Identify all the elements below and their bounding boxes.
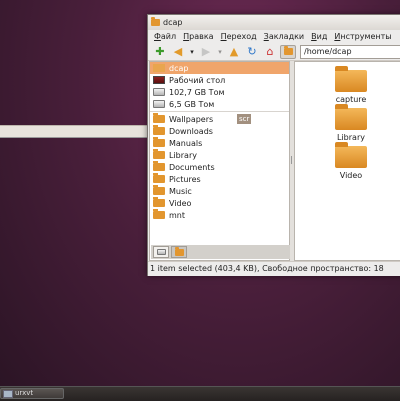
terminal-icon bbox=[3, 389, 13, 398]
sidebar-item-dcap[interactable]: dcap bbox=[150, 62, 289, 74]
sidebar-item-label: mnt bbox=[169, 210, 185, 220]
file-label: Video bbox=[339, 171, 363, 180]
folder-icon bbox=[153, 149, 165, 159]
sidebar-item-label: Downloads bbox=[169, 126, 213, 136]
sidebar-item-documents[interactable]: Documents bbox=[150, 161, 289, 173]
sidebar-item-library[interactable]: Library bbox=[150, 149, 289, 161]
path-toggle-button[interactable] bbox=[280, 44, 296, 59]
tab-places[interactable] bbox=[153, 246, 169, 258]
forward-history-button[interactable]: ▾ bbox=[216, 45, 224, 59]
folder-icon bbox=[153, 209, 165, 219]
sidebar-item-label: 102,7 GB Том bbox=[169, 87, 225, 97]
sidebar-item-desktop[interactable]: Рабочий стол bbox=[150, 74, 289, 86]
file-label: Library bbox=[337, 133, 365, 142]
sidebar-item-wallpapers[interactable]: Wallpapers bbox=[150, 113, 289, 125]
folder-icon bbox=[283, 46, 293, 55]
folder-icon bbox=[153, 137, 165, 147]
sidebar-item-pictures[interactable]: Pictures bbox=[150, 173, 289, 185]
file-label: capture bbox=[335, 95, 367, 104]
taskbar-label: urxvt bbox=[15, 389, 34, 397]
taskbar-button-urxvt[interactable]: urxvt bbox=[0, 388, 64, 399]
file-item-video[interactable]: Video bbox=[323, 142, 379, 180]
file-icon-view[interactable]: capture Library Video bbox=[294, 61, 400, 261]
sidebar-item-label: Video bbox=[169, 198, 192, 208]
sidebar-item-label: Pictures bbox=[169, 174, 201, 184]
file-manager-window[interactable]: dcap Файл Правка Переход Закладки Вид Ин… bbox=[147, 14, 400, 276]
menu-file[interactable]: Файл bbox=[154, 32, 176, 41]
sidebar-item-music[interactable]: Music bbox=[150, 185, 289, 197]
menu-tools[interactable]: Инструменты bbox=[334, 32, 391, 41]
sidebar-item-video[interactable]: Video bbox=[150, 197, 289, 209]
folder-icon bbox=[174, 246, 184, 256]
sidebar-item-label: Library bbox=[169, 150, 197, 160]
sidebar-item-downloads[interactable]: Downloads bbox=[150, 125, 289, 137]
home-button[interactable]: ⌂ bbox=[262, 45, 278, 59]
drive-icon bbox=[156, 249, 166, 255]
menu-view[interactable]: Вид bbox=[311, 32, 327, 41]
desktop-icon bbox=[153, 76, 165, 84]
sidebar-item-label: dcap bbox=[169, 63, 189, 73]
menu-bookmarks[interactable]: Закладки bbox=[264, 32, 304, 41]
forward-button[interactable]: ▶ bbox=[198, 45, 214, 59]
menu-go[interactable]: Переход bbox=[221, 32, 257, 41]
folder-icon bbox=[153, 113, 165, 123]
sidebar-item-label: Music bbox=[169, 186, 192, 196]
path-field[interactable]: /home/dcap bbox=[300, 44, 400, 59]
up-arrow-icon: ▲ bbox=[229, 44, 239, 58]
back-history-button[interactable]: ▾ bbox=[188, 45, 196, 59]
folder-icon bbox=[335, 142, 367, 168]
home-folder-icon bbox=[153, 64, 165, 72]
bottom-panel: urxvt bbox=[0, 386, 400, 401]
status-bar: 1 item selected (403,4 KB), Свободное пр… bbox=[148, 261, 400, 276]
window-title: dcap bbox=[163, 18, 183, 27]
sidebar-item-label: 6,5 GB Том bbox=[169, 99, 215, 109]
sidebar-item-manuals[interactable]: Manuals bbox=[150, 137, 289, 149]
sidebar-separator bbox=[150, 111, 289, 112]
tab-tree[interactable] bbox=[171, 246, 187, 258]
back-arrow-icon: ◀ bbox=[173, 44, 183, 58]
sidebar-item-volume-2[interactable]: 6,5 GB Том bbox=[150, 98, 289, 110]
folder-icon bbox=[335, 66, 367, 92]
back-button[interactable]: ◀ bbox=[170, 45, 186, 59]
selected-file-label[interactable]: scr bbox=[237, 114, 252, 124]
sidebar-item-volume-1[interactable]: 102,7 GB Том bbox=[150, 86, 289, 98]
up-button[interactable]: ▲ bbox=[226, 45, 242, 59]
drive-icon bbox=[153, 100, 165, 108]
file-item-capture[interactable]: capture bbox=[323, 66, 379, 104]
new-tab-button[interactable]: ✚ bbox=[152, 45, 168, 59]
menu-bar: Файл Правка Переход Закладки Вид Инструм… bbox=[148, 30, 400, 43]
sidebar-item-label: Manuals bbox=[169, 138, 203, 148]
home-icon: ⌂ bbox=[266, 44, 274, 58]
sidebar-item-label: Documents bbox=[169, 162, 215, 172]
folder-icon bbox=[153, 185, 165, 195]
toolbar: ✚ ◀ ▾ ▶ ▾ ▲ ↻ ⌂ /home/dcap bbox=[148, 43, 400, 61]
background-window-strip bbox=[0, 125, 148, 138]
folder-icon bbox=[335, 104, 367, 130]
reload-icon: ↻ bbox=[247, 44, 257, 58]
menu-edit[interactable]: Правка bbox=[183, 32, 213, 41]
chevron-down-icon: ▾ bbox=[190, 47, 194, 56]
reload-button[interactable]: ↻ bbox=[244, 45, 260, 59]
forward-arrow-icon: ▶ bbox=[201, 44, 211, 58]
folder-icon bbox=[153, 197, 165, 207]
sidebar-tabs bbox=[151, 245, 291, 259]
content-area: dcap Рабочий стол 102,7 GB Том 6,5 GB То… bbox=[148, 61, 400, 261]
folder-icon bbox=[153, 173, 165, 183]
plus-icon: ✚ bbox=[155, 44, 165, 58]
sidebar-item-label: Wallpapers bbox=[169, 114, 214, 124]
folder-icon bbox=[151, 17, 160, 26]
file-item-library[interactable]: Library bbox=[323, 104, 379, 142]
sidebar-item-label: Рабочий стол bbox=[169, 75, 226, 85]
folder-icon bbox=[153, 161, 165, 171]
chevron-down-icon: ▾ bbox=[218, 47, 222, 56]
title-bar[interactable]: dcap bbox=[148, 15, 400, 30]
folder-icon bbox=[153, 125, 165, 135]
sidebar-item-mnt[interactable]: mnt bbox=[150, 209, 289, 221]
drive-icon bbox=[153, 88, 165, 96]
places-sidebar: dcap Рабочий стол 102,7 GB Том 6,5 GB То… bbox=[149, 61, 291, 261]
